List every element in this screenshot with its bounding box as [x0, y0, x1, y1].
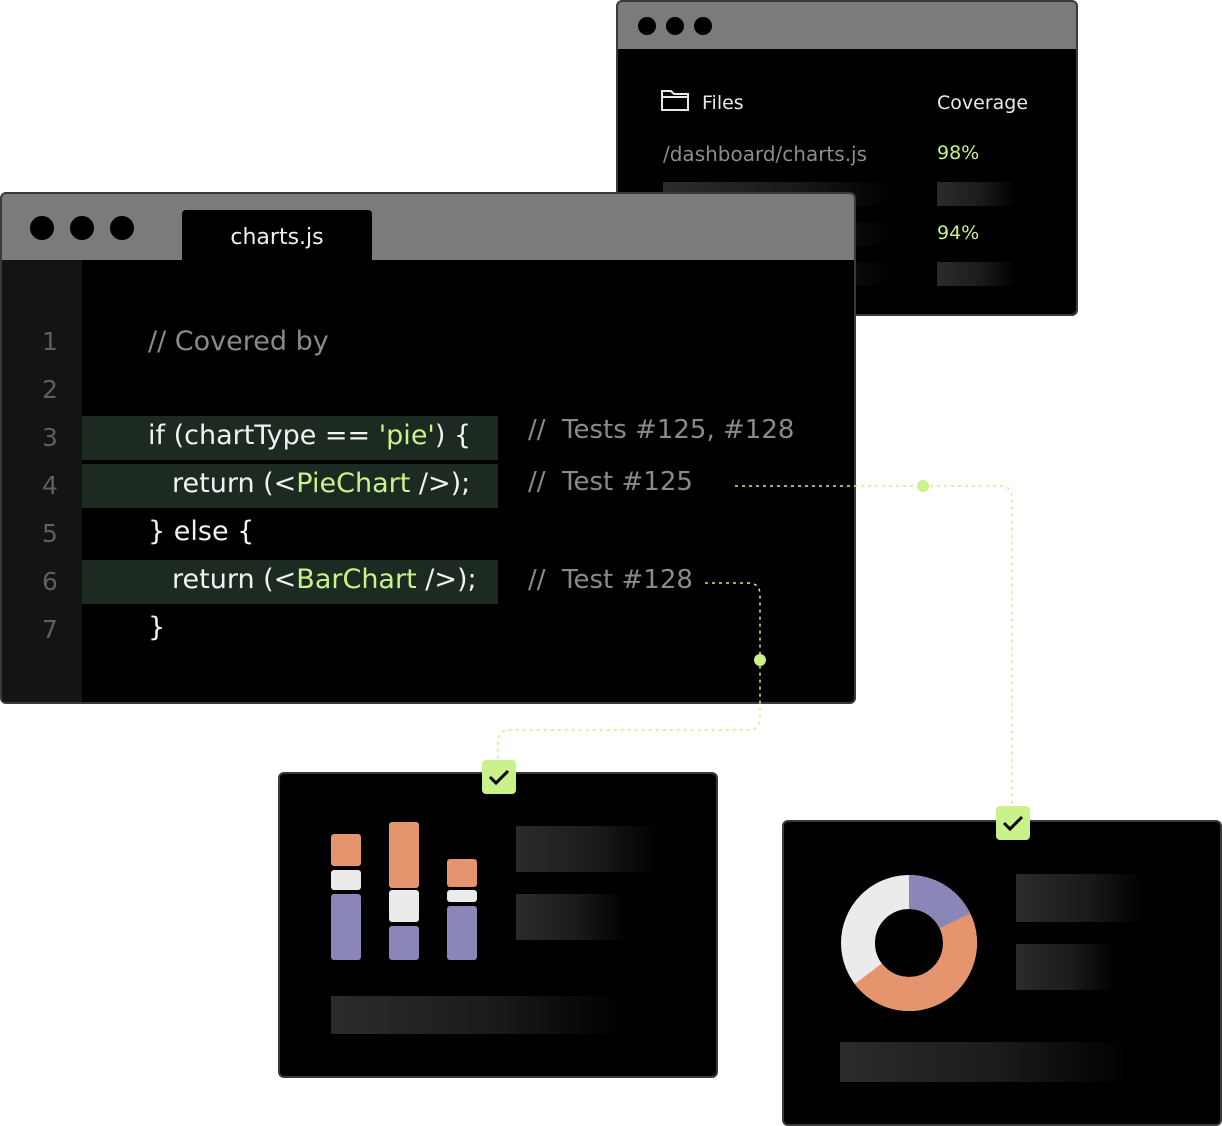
- code-string: BarChart: [296, 564, 417, 595]
- code-text: return (<: [172, 468, 297, 499]
- placeholder-bar: [1016, 874, 1144, 922]
- placeholder-bar: [516, 826, 658, 872]
- line-number: 6: [42, 567, 58, 596]
- code-line-return-bar[interactable]: return (<BarChart />);: [172, 564, 477, 595]
- bar-segment-purple: [447, 906, 477, 960]
- connector-node: [917, 480, 929, 492]
- coverage-value: 98%: [937, 142, 980, 164]
- line-number: 7: [42, 615, 58, 644]
- window-control-dot[interactable]: [70, 216, 94, 240]
- tab-charts-js[interactable]: charts.js: [182, 210, 372, 262]
- test-passed-check: [482, 760, 516, 794]
- placeholder-bar: [937, 182, 1017, 206]
- bar-segment-white: [331, 870, 361, 890]
- code-text: />);: [416, 564, 477, 595]
- coverage-window-titlebar: [618, 2, 1076, 49]
- bar-segment-white: [447, 890, 477, 902]
- code-text: />);: [410, 468, 471, 499]
- window-control-dot[interactable]: [110, 216, 134, 240]
- window-control-dot[interactable]: [666, 17, 684, 35]
- placeholder-bar: [937, 262, 1017, 286]
- code-line-else[interactable]: } else {: [148, 516, 254, 547]
- code-line-return-pie[interactable]: return (<PieChart />);: [172, 468, 470, 499]
- window-control-dot[interactable]: [30, 216, 54, 240]
- line-number: 1: [42, 327, 58, 356]
- editor-titlebar: charts.js: [2, 194, 854, 262]
- window-control-dot[interactable]: [638, 17, 656, 35]
- files-column-header: Files: [702, 92, 744, 114]
- bar-chart-card: [278, 772, 718, 1078]
- line-number: 4: [42, 471, 58, 500]
- test-comment: // Test #128: [528, 565, 693, 595]
- bar-segment-orange: [447, 859, 477, 887]
- test-passed-check: [996, 806, 1030, 840]
- code-string: PieChart: [296, 468, 411, 499]
- code-text: ) {: [434, 420, 472, 451]
- test-comment: // Test #125: [528, 467, 693, 497]
- bar-segment-white: [389, 890, 419, 922]
- coverage-value: 94%: [937, 222, 980, 244]
- placeholder-bar: [516, 894, 626, 940]
- code-string: 'pie': [378, 420, 435, 451]
- check-icon: [1002, 815, 1024, 832]
- line-number: 5: [42, 519, 58, 548]
- bar-segment-purple: [389, 926, 419, 960]
- bar-segment-purple: [331, 894, 361, 960]
- bar-segment-orange: [389, 822, 419, 888]
- placeholder-bar: [840, 1042, 1128, 1082]
- code-line-close[interactable]: }: [148, 612, 165, 643]
- code-comment-line[interactable]: // Covered by: [148, 326, 329, 357]
- line-number: 3: [42, 423, 58, 452]
- code-editor-window: charts.js 1 2 3 4 5 6 7 // Covered by if…: [0, 192, 856, 704]
- code-line-if[interactable]: if (chartType == 'pie') {: [148, 420, 471, 451]
- donut-chart: [841, 875, 977, 1011]
- bar-segment-orange: [331, 834, 361, 866]
- placeholder-bar: [331, 996, 621, 1034]
- window-control-dot[interactable]: [694, 17, 712, 35]
- pie-chart-card: [782, 820, 1222, 1126]
- line-number: 2: [42, 375, 58, 404]
- placeholder-bar: [1016, 944, 1116, 990]
- code-text: if (chartType ==: [148, 420, 379, 451]
- test-comment: // Tests #125, #128: [528, 415, 795, 445]
- check-icon: [488, 769, 510, 786]
- folder-icon: [661, 90, 689, 111]
- file-path[interactable]: /dashboard/charts.js: [663, 142, 867, 166]
- code-text: return (<: [172, 564, 297, 595]
- coverage-column-header: Coverage: [937, 92, 1029, 114]
